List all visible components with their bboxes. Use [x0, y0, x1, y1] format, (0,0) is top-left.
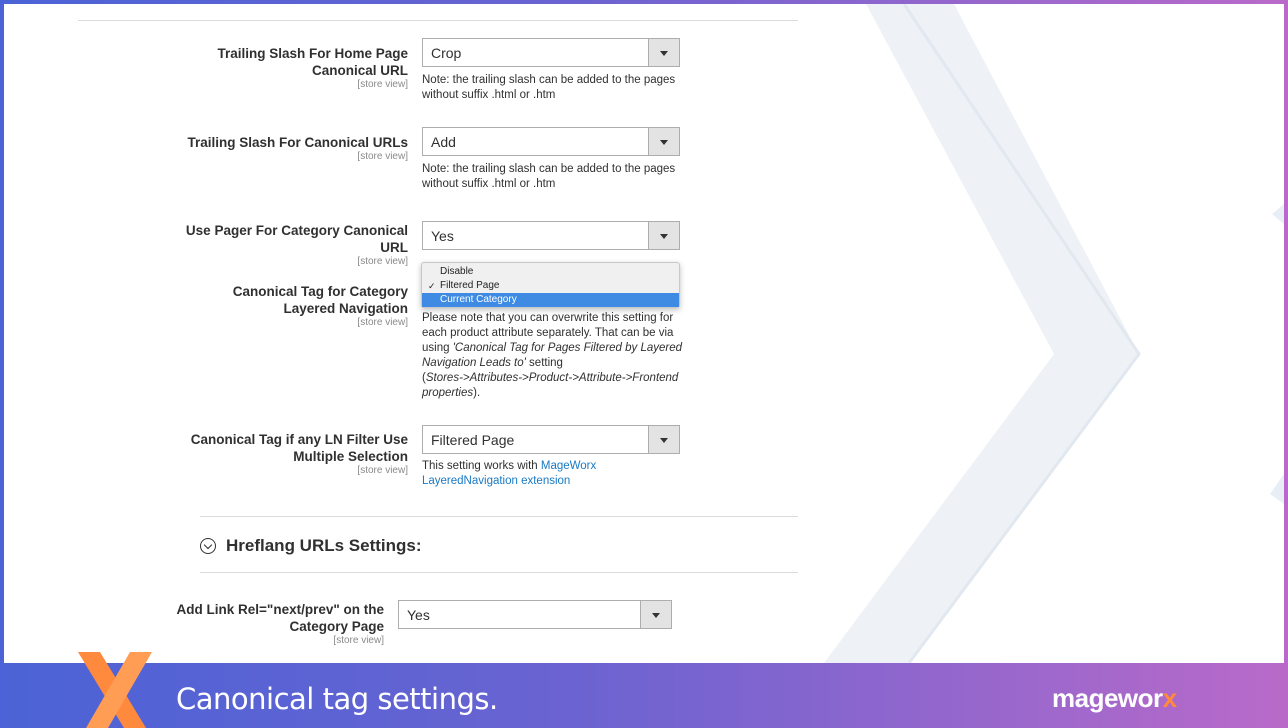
note-text: setting — [525, 357, 563, 369]
note-emphasis: Navigation Leads to' — [422, 357, 526, 369]
collapse-toggle-icon[interactable] — [200, 538, 216, 554]
label-line: Canonical Tag for Category — [232, 284, 408, 299]
note-line: using 'Canonical Tag for Pages Filtered … — [422, 341, 687, 356]
select-value: Yes — [407, 607, 430, 623]
chevron-down-icon[interactable] — [648, 426, 679, 453]
dropdown-option-disable[interactable]: Disable — [422, 265, 679, 279]
layered-nav-label: Canonical Tag for Category Layered Navig… — [78, 283, 408, 328]
note-line: Please note that you can overwrite this … — [422, 312, 674, 324]
chevron-down-icon[interactable] — [648, 128, 679, 155]
label-line: Trailing Slash For Canonical URLs — [187, 135, 408, 150]
note-emphasis: Stores->Attributes->Product->Attribute->… — [425, 372, 679, 384]
multi-selection-note: This setting works with MageWorx Layered… — [422, 459, 687, 489]
select-value: Crop — [431, 45, 462, 61]
store-view-scope: [store view] — [357, 79, 408, 90]
option-label: Current Category — [440, 294, 517, 305]
layered-nav-dropdown-menu[interactable]: Disable ✓ Filtered Page Current Category — [421, 262, 680, 308]
home-canonical-select[interactable]: Crop — [422, 38, 680, 67]
label-line: Use Pager For Category Canonical — [185, 223, 408, 238]
mageworx-link[interactable]: MageWorx — [541, 460, 596, 472]
note-line: (Stores->Attributes->Product->Attribute-… — [422, 371, 687, 386]
label-line: Category Page — [289, 619, 384, 634]
config-panel: Trailing Slash For Home Page Canonical U… — [4, 4, 1284, 663]
pager-canonical-select[interactable]: Yes — [422, 221, 680, 250]
label-line: Canonical URL — [311, 63, 408, 78]
multi-selection-label: Canonical Tag if any LN Filter Use Multi… — [78, 431, 408, 476]
logo-accent: x — [1162, 683, 1177, 713]
chevron-down-icon[interactable] — [648, 39, 679, 66]
note-emphasis: 'Canonical Tag for Pages Filtered by Lay… — [452, 342, 683, 354]
chevron-down-icon[interactable] — [648, 222, 679, 249]
note-line: Note: the trailing slash can be added to… — [422, 163, 676, 175]
select-value: Yes — [431, 228, 454, 244]
note-line: This setting works with MageWorx — [422, 459, 687, 474]
store-view-scope: [store view] — [357, 465, 408, 476]
label-line: URL — [380, 240, 408, 255]
layered-navigation-link[interactable]: LayeredNavigation extension — [422, 475, 570, 487]
store-view-scope: [store view] — [357, 151, 408, 162]
store-view-scope: [store view] — [357, 256, 408, 267]
mageworx-x-logo-icon — [78, 652, 152, 728]
section-divider — [200, 516, 798, 517]
label-line: Multiple Selection — [293, 449, 408, 464]
logo-text: magewor — [1052, 683, 1163, 713]
trailing-slash-note: Note: the trailing slash can be added to… — [422, 162, 687, 192]
option-label: Disable — [440, 266, 474, 277]
multi-selection-select[interactable]: Filtered Page — [422, 425, 680, 454]
note-line: Navigation Leads to' setting — [422, 356, 687, 371]
dropdown-option-filtered-page[interactable]: ✓ Filtered Page — [422, 279, 679, 293]
layered-nav-note: Please note that you can overwrite this … — [422, 311, 687, 401]
note-text: using — [422, 342, 453, 354]
label-line: Canonical Tag if any LN Filter Use — [190, 432, 408, 447]
note-line: properties). — [422, 386, 687, 401]
top-divider — [78, 20, 798, 21]
section-divider — [200, 572, 798, 573]
home-canonical-note: Note: the trailing slash can be added to… — [422, 73, 687, 103]
label-line: Layered Navigation — [283, 301, 408, 316]
next-prev-select[interactable]: Yes — [398, 600, 672, 629]
note-text: This setting works with — [422, 460, 541, 472]
note-emphasis: properties — [422, 387, 474, 399]
store-view-scope: [store view] — [357, 317, 408, 328]
select-value: Filtered Page — [431, 432, 515, 448]
chevron-down-icon[interactable] — [640, 601, 671, 628]
section-title: Hreflang URLs Settings: — [226, 536, 422, 555]
home-canonical-label: Trailing Slash For Home Page Canonical U… — [78, 45, 408, 90]
dropdown-option-current-category[interactable]: Current Category — [422, 293, 679, 307]
label-line: Trailing Slash For Home Page — [217, 46, 408, 61]
slide-caption: Canonical tag settings. — [176, 682, 498, 716]
note-text: ). — [473, 387, 481, 399]
trailing-slash-select[interactable]: Add — [422, 127, 680, 156]
select-value: Add — [431, 134, 456, 150]
mageworx-logo: mageworx — [1052, 683, 1177, 714]
label-line: Add Link Rel="next/prev" on the — [176, 602, 384, 617]
trailing-slash-label: Trailing Slash For Canonical URLs [store… — [78, 134, 408, 162]
checkmark-icon: ✓ — [428, 281, 436, 291]
note-line: Note: the trailing slash can be added to… — [422, 74, 676, 86]
option-label: Filtered Page — [440, 280, 500, 291]
note-line: each product attribute separately. That … — [422, 327, 674, 339]
note-line: LayeredNavigation extension — [422, 474, 687, 489]
note-line: without suffix .html or .htm — [422, 89, 556, 101]
note-line: without suffix .html or .htm — [422, 178, 556, 190]
store-view-scope: [store view] — [333, 635, 384, 646]
pager-canonical-label: Use Pager For Category Canonical URL [st… — [78, 222, 408, 267]
next-prev-label: Add Link Rel="next/prev" on the Category… — [54, 601, 384, 646]
